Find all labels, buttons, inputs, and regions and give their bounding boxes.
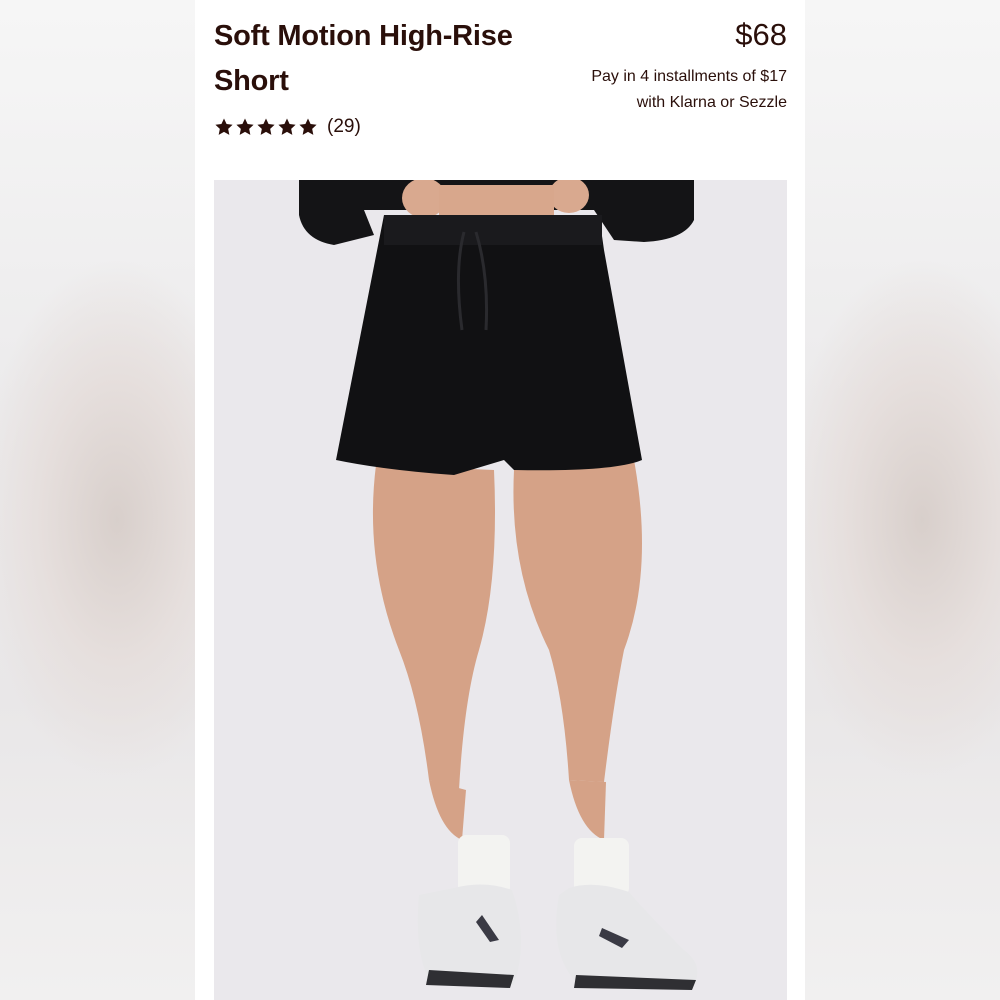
star-icon: [277, 117, 297, 137]
star-icon: [298, 117, 318, 137]
review-count[interactable]: (29): [327, 116, 361, 138]
product-image[interactable]: [214, 180, 787, 1000]
star-icon: [214, 117, 234, 137]
blurred-background-right: [805, 0, 1000, 1000]
product-price: $68: [735, 17, 787, 52]
blurred-background-left: [0, 0, 195, 1000]
product-title-line-1: Soft Motion High-Rise: [214, 20, 513, 52]
installments-line-1: Pay in 4 installments of $17: [591, 68, 787, 85]
star-icon: [235, 117, 255, 137]
installments-info[interactable]: Pay in 4 installments of $17 with Klarna…: [527, 64, 787, 116]
star-icon: [256, 117, 276, 137]
model-illustration: [214, 180, 787, 1000]
product-title-line-2: Short: [214, 65, 289, 97]
product-rating[interactable]: (29): [214, 114, 361, 140]
product-card: Soft Motion High-Rise Short $68 Pay in 4…: [195, 0, 805, 1000]
product-header: Soft Motion High-Rise Short $68 Pay in 4…: [214, 14, 787, 154]
product-title: Soft Motion High-Rise Short: [214, 14, 574, 104]
listing-screenshot: Soft Motion High-Rise Short $68 Pay in 4…: [0, 0, 1000, 1000]
installments-line-2: with Klarna or Sezzle: [636, 94, 787, 111]
star-rating: [214, 117, 318, 137]
